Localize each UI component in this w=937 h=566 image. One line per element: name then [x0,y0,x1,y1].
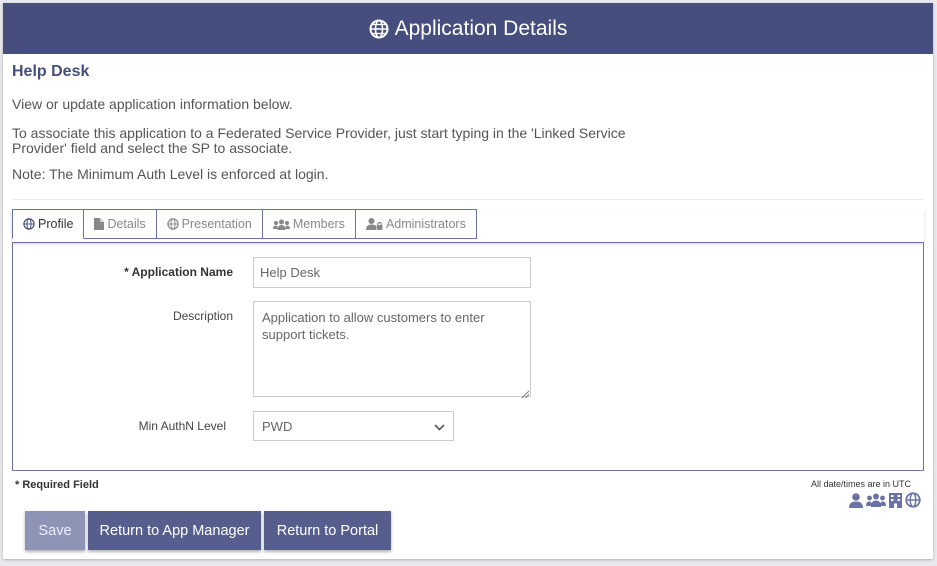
application-name-heading: Help Desk [12,63,90,80]
tab-administrators[interactable]: Administrators [355,209,477,239]
user-icon[interactable] [849,492,863,513]
tab-label: Profile [38,217,74,231]
intro-note-text: Note: The Minimum Auth Level is enforced… [12,166,329,182]
application-name-input[interactable] [253,257,531,288]
users-icon [272,219,290,230]
tab-presentation[interactable]: Presentation [156,209,263,239]
description-label: Description [172,309,233,323]
globe-icon [166,218,179,230]
application-details-card: Application Details Help Desk View or up… [3,3,933,559]
tab-label: Presentation [181,217,252,231]
users-icon[interactable] [866,493,886,512]
tab-bar: Profile Details Presentation Members Adm… [12,209,477,239]
min-authn-level-value: PWD [262,418,293,434]
globe-icon[interactable] [905,492,921,513]
application-name-label: * Application Name [124,265,233,279]
description-textarea[interactable]: Application to allow customers to enter … [253,301,531,397]
tab-label: Members [292,217,345,231]
globe-icon [369,19,389,39]
min-authn-level-label: Min AuthN Level [138,419,226,433]
profile-panel: * Application Name Description Applicati… [12,242,924,471]
required-field-note: * Required Field [15,479,99,491]
building-icon[interactable] [889,492,902,513]
globe-icon [23,218,35,230]
utc-note: All date/times are in UTC [810,479,911,489]
page-title: Application Details [394,16,568,40]
chevron-down-icon [434,419,445,434]
resize-grip-icon[interactable] [521,386,530,404]
return-to-app-manager-button[interactable]: Return to App Manager [88,511,261,550]
intro-linked-sp-text: To associate this application to a Feder… [12,125,626,156]
return-to-portal-button[interactable]: Return to Portal [264,511,391,550]
user-lock-icon [365,218,383,230]
tab-members[interactable]: Members [262,209,356,239]
footer-icons [849,492,921,513]
min-authn-level-select[interactable]: PWD [253,411,454,441]
tab-profile[interactable]: Profile [12,209,85,239]
document-icon [94,218,105,230]
page-header: Application Details [3,3,933,54]
intro-text: View or update application information b… [12,96,293,112]
tab-label: Administrators [385,217,466,231]
save-button[interactable]: Save [25,511,85,550]
tab-label: Details [107,217,146,231]
divider [12,199,924,200]
tab-details[interactable]: Details [84,209,157,239]
